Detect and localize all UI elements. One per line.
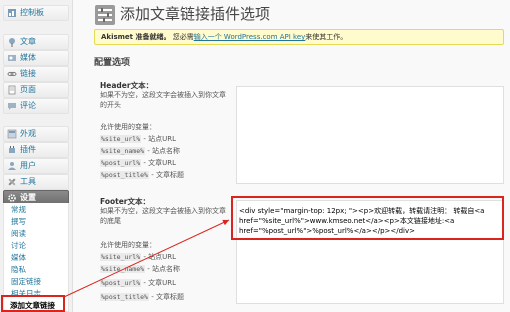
annotation-arrow — [63, 219, 230, 298]
